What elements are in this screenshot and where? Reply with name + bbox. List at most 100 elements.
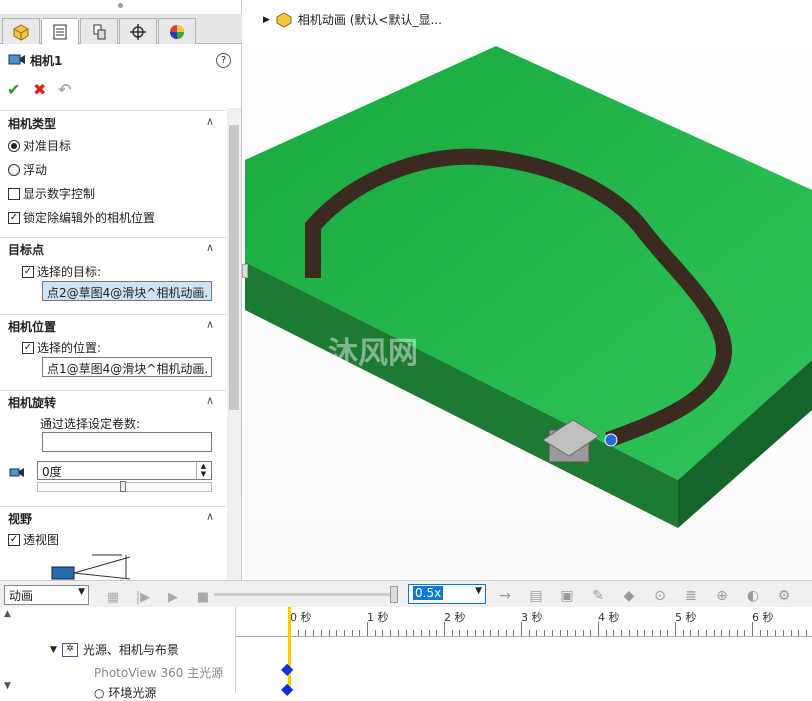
- timeline-tick-mark: [605, 630, 607, 636]
- checkbox-checked[interactable]: ✓: [22, 341, 34, 354]
- timeline-tick-mark: [667, 630, 669, 636]
- tab-display-manager[interactable]: [158, 18, 196, 44]
- radio-aim-target[interactable]: 对准目标: [8, 137, 71, 154]
- show-numeric-label: 显示数字控制: [23, 187, 96, 201]
- help-button[interactable]: ?: [216, 53, 231, 68]
- slider-thumb[interactable]: [120, 481, 126, 492]
- playback-slider-thumb[interactable]: [390, 586, 398, 603]
- timeline-tick-mark: [574, 630, 576, 636]
- timeline-tick-mark: [428, 630, 430, 636]
- save-animation-icon[interactable]: ▣: [554, 585, 580, 607]
- chevron-down-icon[interactable]: ▼: [78, 587, 85, 597]
- timeline-tick-mark: [567, 630, 569, 636]
- autokey-icon[interactable]: ◆: [616, 585, 642, 607]
- section-target: 目标点 ∧ ✓ 选择的目标: 点2@草图4@滑块^相机动画.: [0, 237, 226, 307]
- checkbox-checked[interactable]: ✓: [22, 265, 34, 278]
- model-plate[interactable]: [243, 0, 812, 580]
- tree-item-photoview[interactable]: PhotoView 360 主光源: [94, 664, 234, 681]
- panel-collapse-handle[interactable]: [242, 264, 248, 278]
- panel-scroll-thumb[interactable]: [229, 125, 239, 410]
- graphics-area[interactable]: ▶ 相机动画 (默认<默认_显... 沐风网: [243, 0, 812, 580]
- timeline-tick-mark: [351, 630, 353, 636]
- tree-item-lights[interactable]: ▼ ✲ 光源、相机与布景: [50, 641, 179, 658]
- chevron-up-icon[interactable]: ∧: [206, 241, 214, 254]
- timeline-tick-mark: [744, 630, 746, 636]
- scroll-down-icon[interactable]: ▼: [4, 681, 11, 691]
- checkbox-perspective[interactable]: ✓ 透视图: [8, 531, 59, 548]
- tab-dimxpert[interactable]: [119, 18, 157, 44]
- lock-position-label: 锁定除编辑外的相机位置: [23, 211, 156, 225]
- timeline-tick-mark: [513, 630, 515, 636]
- checkbox-target[interactable]: ✓ 选择的目标:: [22, 263, 101, 280]
- timeline[interactable]: 0 秒 1 秒 2 秒 3 秒 4 秒 5 秒 6 秒 ◆ ◆: [236, 607, 812, 698]
- target-icon: [130, 23, 146, 40]
- timeline-tick-mark: [374, 630, 376, 636]
- section-header-rotation[interactable]: 相机旋转: [8, 394, 56, 411]
- timeline-ruler[interactable]: 0 秒 1 秒 2 秒 3 秒 4 秒 5 秒 6 秒: [236, 607, 812, 637]
- checkbox-position[interactable]: ✓ 选择的位置:: [22, 339, 101, 356]
- section-header-camera-type[interactable]: 相机类型: [8, 115, 56, 132]
- chevron-up-icon[interactable]: ∧: [206, 394, 214, 407]
- animation-wizard-icon[interactable]: ✎: [585, 585, 611, 607]
- ok-button[interactable]: ✔: [7, 80, 20, 99]
- timeline-tick-mark: [782, 630, 784, 636]
- config-icon: [93, 24, 106, 39]
- motor-icon[interactable]: ⊙: [647, 585, 673, 607]
- angle-value: 0度: [42, 465, 62, 479]
- playback-slider[interactable]: [214, 593, 398, 596]
- playback-mode-icon[interactable]: ▤: [523, 585, 549, 607]
- position-selection-box[interactable]: 点1@草图4@滑块^相机动画.: [42, 357, 212, 377]
- timeline-tick-mark: [359, 630, 361, 636]
- target-selection-box[interactable]: 点2@草图4@滑块^相机动画.: [42, 281, 212, 301]
- chevron-up-icon[interactable]: ∧: [206, 510, 214, 523]
- radio-float[interactable]: 浮动: [8, 161, 47, 178]
- section-header-target[interactable]: 目标点: [8, 241, 44, 258]
- angle-spinner[interactable]: ▲ ▼: [196, 462, 210, 479]
- target-checkbox-label: 选择的目标:: [37, 265, 102, 279]
- collapse-arrow-icon[interactable]: ▼: [50, 645, 57, 655]
- settings-icon[interactable]: ⚙: [771, 585, 797, 607]
- stop-icon[interactable]: ■: [190, 586, 216, 608]
- tab-feature-manager[interactable]: [2, 18, 40, 44]
- play-from-start-icon[interactable]: |▶: [130, 586, 156, 608]
- chevron-up-icon[interactable]: ∧: [206, 115, 214, 128]
- undo-button[interactable]: ↶: [58, 80, 71, 99]
- motion-feature-tree: ▲ ▼ ▼ ✲ 光源、相机与布景 PhotoView 360 主光源 ○ 环境光…: [0, 607, 236, 700]
- scroll-up-icon[interactable]: ▲: [4, 609, 11, 619]
- tab-property-manager[interactable]: [41, 18, 79, 45]
- timeline-tick-mark: [367, 622, 368, 636]
- chevron-up-icon[interactable]: ∧: [206, 318, 214, 331]
- radio-selected[interactable]: [8, 139, 20, 152]
- timeline-tick-label: 0 秒: [290, 611, 312, 624]
- section-header-field-of-view[interactable]: 视野: [8, 510, 32, 527]
- timeline-tick-label: 1 秒: [367, 611, 389, 624]
- angle-slider[interactable]: [37, 481, 212, 492]
- checkbox-lock-position[interactable]: ✓ 锁定除编辑外的相机位置: [8, 209, 155, 226]
- speed-select[interactable]: 0.5x ▼: [408, 584, 486, 604]
- radio-unselected[interactable]: [8, 163, 20, 176]
- speed-value: 0.5x: [413, 586, 444, 600]
- gravity-icon[interactable]: ◐: [740, 585, 766, 607]
- chevron-down-icon[interactable]: ▼: [475, 586, 482, 596]
- cancel-button[interactable]: ✖: [33, 80, 46, 99]
- study-type-select[interactable]: 动画 ▼: [4, 585, 89, 605]
- tab-configuration-manager[interactable]: [80, 18, 118, 44]
- checkbox-show-numeric[interactable]: 显示数字控制: [8, 185, 95, 202]
- angle-input[interactable]: 0度: [37, 461, 212, 480]
- checkbox-checked[interactable]: ✓: [8, 211, 20, 224]
- rotation-selection-box[interactable]: [42, 432, 212, 452]
- calculate-icon[interactable]: ▦: [100, 586, 126, 608]
- key-point-icon[interactable]: ◆: [281, 659, 293, 678]
- contact-icon[interactable]: ⊕: [709, 585, 735, 607]
- timeline-tick-mark: [328, 630, 330, 636]
- spring-icon[interactable]: ≣: [678, 585, 704, 607]
- checkbox[interactable]: [8, 187, 20, 200]
- timeline-tick-label: 6 秒: [752, 611, 774, 624]
- play-icon[interactable]: ▶: [160, 586, 186, 608]
- arrow-right-icon[interactable]: →: [492, 585, 518, 607]
- checkbox-checked[interactable]: ✓: [8, 533, 20, 546]
- study-type-value: 动画: [9, 589, 34, 603]
- key-point-icon[interactable]: ◆: [281, 679, 293, 698]
- section-header-position[interactable]: 相机位置: [8, 318, 56, 335]
- splitter-handle[interactable]: [118, 3, 123, 8]
